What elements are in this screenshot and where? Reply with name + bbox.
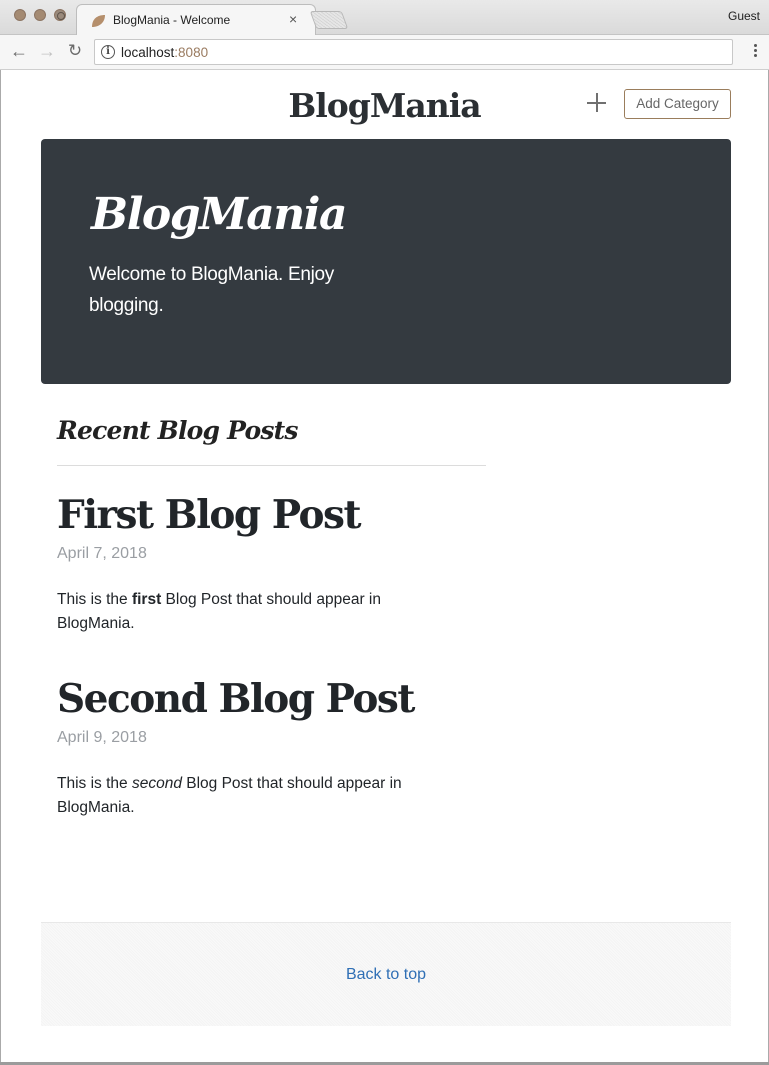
post-body-emphasis: first: [131, 591, 162, 608]
jumbotron: BlogMania Welcome to BlogMania. Enjoy bl…: [41, 139, 731, 384]
post-body-emphasis: second: [131, 775, 182, 792]
jumbotron-title: BlogMania: [91, 189, 347, 240]
browser-titlebar: BlogMania - Welcome × Guest: [0, 0, 769, 36]
minimize-window-button[interactable]: [34, 9, 46, 21]
post-date: April 7, 2018: [57, 545, 147, 562]
post-body: This is the first Blog Post that should …: [57, 588, 457, 636]
back-to-top-link[interactable]: Back to top: [41, 966, 731, 984]
close-window-button[interactable]: [14, 9, 26, 21]
browser-tab[interactable]: BlogMania - Welcome ×: [76, 4, 316, 36]
forward-arrow-icon[interactable]: →: [36, 40, 58, 62]
back-arrow-icon[interactable]: ←: [8, 40, 30, 62]
post-body: This is the second Blog Post that should…: [57, 772, 457, 820]
browser-toolbar: ← → ↻ i localhost:8080: [0, 35, 769, 70]
new-tab-button[interactable]: [309, 11, 349, 29]
site-header: BlogMania Add Category: [0, 70, 769, 138]
browser-menu-icon[interactable]: [749, 42, 761, 62]
tab-close-icon[interactable]: ×: [289, 11, 297, 27]
jumbotron-lead: Welcome to BlogMania. Enjoy blogging.: [89, 264, 335, 316]
info-icon[interactable]: i: [101, 45, 115, 59]
url-text: localhost:8080: [121, 45, 208, 60]
add-category-button[interactable]: Add Category: [624, 89, 731, 119]
url-host: localhost: [121, 45, 175, 60]
post-title[interactable]: Second Blog Post: [57, 672, 497, 726]
profile-label[interactable]: Guest: [728, 9, 760, 23]
blog-post: First Blog Post April 7, 2018 This is th…: [57, 488, 497, 636]
reload-icon[interactable]: ↻: [64, 40, 86, 62]
post-body-text: This is the: [57, 775, 132, 792]
address-bar[interactable]: i localhost:8080: [94, 39, 733, 65]
fullscreen-window-button[interactable]: [54, 9, 66, 21]
post-title[interactable]: First Blog Post: [57, 488, 497, 542]
tab-title: BlogMania - Welcome: [113, 13, 231, 27]
post-date: April 9, 2018: [57, 729, 147, 746]
page-footer: Back to top: [41, 922, 731, 1026]
recent-posts-heading: Recent Blog Posts: [57, 416, 298, 445]
leaf-favicon-icon: [92, 15, 105, 27]
blog-post: Second Blog Post April 9, 2018 This is t…: [57, 672, 497, 820]
window-border-left: [0, 70, 1, 1065]
post-body-text: This is the: [57, 591, 132, 608]
divider: [57, 465, 486, 466]
url-port: :8080: [174, 45, 209, 60]
plus-icon[interactable]: [586, 92, 608, 114]
